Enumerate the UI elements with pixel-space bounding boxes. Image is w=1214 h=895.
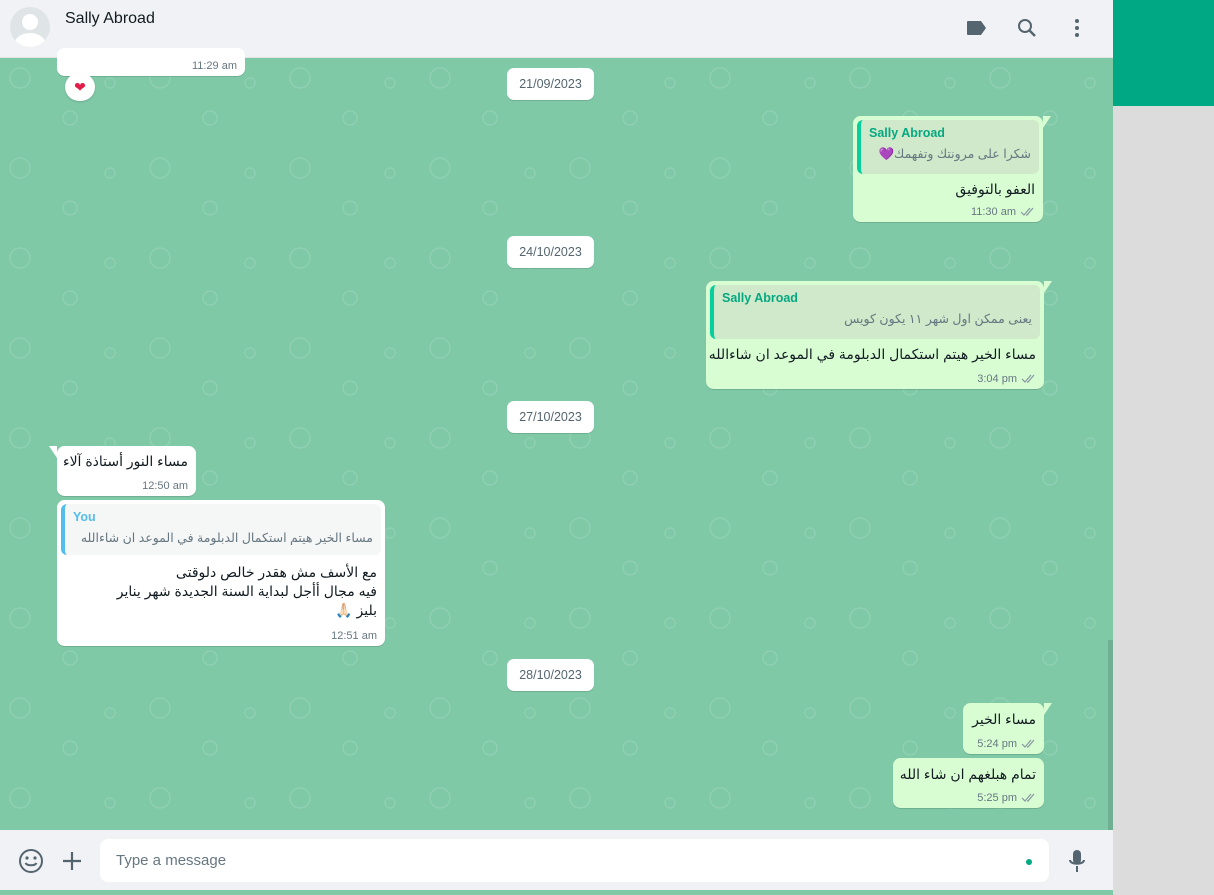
date-separator: 24/10/2023 [507, 236, 594, 268]
message-bubble-outgoing[interactable]: Sally Abroad شكرا على مرونتك وتفهمك💜 الع… [853, 116, 1051, 222]
search-icon[interactable] [1013, 14, 1041, 42]
message-time: 12:51 am [331, 630, 377, 642]
message-time: 11:30 am [970, 206, 1016, 218]
message-list[interactable]: 11:29 am ❤ 21/09/2023 Sally Abroad شكرا … [0, 48, 1113, 830]
message-text: مساء الخير [972, 711, 1036, 727]
message-text: مساء الخير هيتم استكمال الدبلومة في المو… [708, 346, 1036, 362]
emoji-icon[interactable] [17, 847, 45, 875]
side-panel-header [1113, 0, 1214, 106]
message-text: العفو بالتوفيق [955, 181, 1035, 197]
message-bubble-outgoing[interactable]: مساء الخير 5:24 pm [963, 703, 1052, 754]
quoted-message[interactable]: Sally Abroad شكرا على مرونتك وتفهمك💜 [857, 120, 1039, 174]
message-bubble-previous[interactable]: 11:29 am [57, 48, 245, 76]
double-check-icon [1021, 793, 1035, 802]
message-text: تمام هبلغهم ان شاء الله [899, 766, 1036, 782]
message-time: 5:24 pm [977, 738, 1017, 750]
avatar[interactable] [10, 7, 50, 47]
side-panel [1113, 0, 1214, 895]
attach-icon[interactable] [58, 847, 86, 875]
date-separator: 21/09/2023 [507, 68, 594, 100]
mic-icon[interactable] [1063, 847, 1091, 875]
message-bubble-outgoing[interactable]: Sally Abroad يعنى ممكن اول شهر ١١ يكون ك… [706, 281, 1052, 389]
message-time: 12:50 am [142, 480, 188, 492]
message-text: مساء النور أستاذة آلاء [62, 453, 188, 469]
composer-bar [0, 830, 1113, 890]
message-bubble-incoming[interactable]: You مساء الخير هيتم استكمال الدبلومة في … [57, 500, 385, 646]
date-separator: 27/10/2023 [507, 401, 594, 433]
chat-window: Sally Abroad 11:29 am ❤ 21/09/2023 Sally… [0, 0, 1113, 895]
message-bubble-outgoing[interactable]: تمام هبلغهم ان شاء الله 5:25 pm [893, 758, 1044, 808]
quoted-message[interactable]: Sally Abroad يعنى ممكن اول شهر ١١ يكون ك… [710, 285, 1040, 339]
message-time: 11:29 am [191, 60, 237, 72]
heart-reaction-icon[interactable]: ❤ [65, 73, 95, 101]
label-icon[interactable] [963, 14, 991, 42]
double-check-icon [1020, 207, 1034, 216]
menu-icon[interactable] [1063, 14, 1091, 42]
quoted-message[interactable]: You مساء الخير هيتم استكمال الدبلومة في … [61, 504, 381, 555]
double-check-icon [1021, 374, 1035, 383]
date-separator: 28/10/2023 [507, 659, 594, 691]
status-dot [1026, 859, 1032, 865]
message-input-box[interactable] [100, 839, 1049, 882]
message-time: 5:25 pm [977, 792, 1017, 804]
message-text: مع الأسف مش هقدر خالص دلوقتى فيه مجال أأ… [116, 564, 377, 618]
message-time: 3:04 pm [977, 373, 1017, 385]
message-bubble-incoming[interactable]: مساء النور أستاذة آلاء 12:50 am [49, 446, 196, 496]
message-input[interactable] [116, 839, 1016, 882]
contact-name[interactable]: Sally Abroad [65, 10, 155, 28]
double-check-icon [1021, 739, 1035, 748]
